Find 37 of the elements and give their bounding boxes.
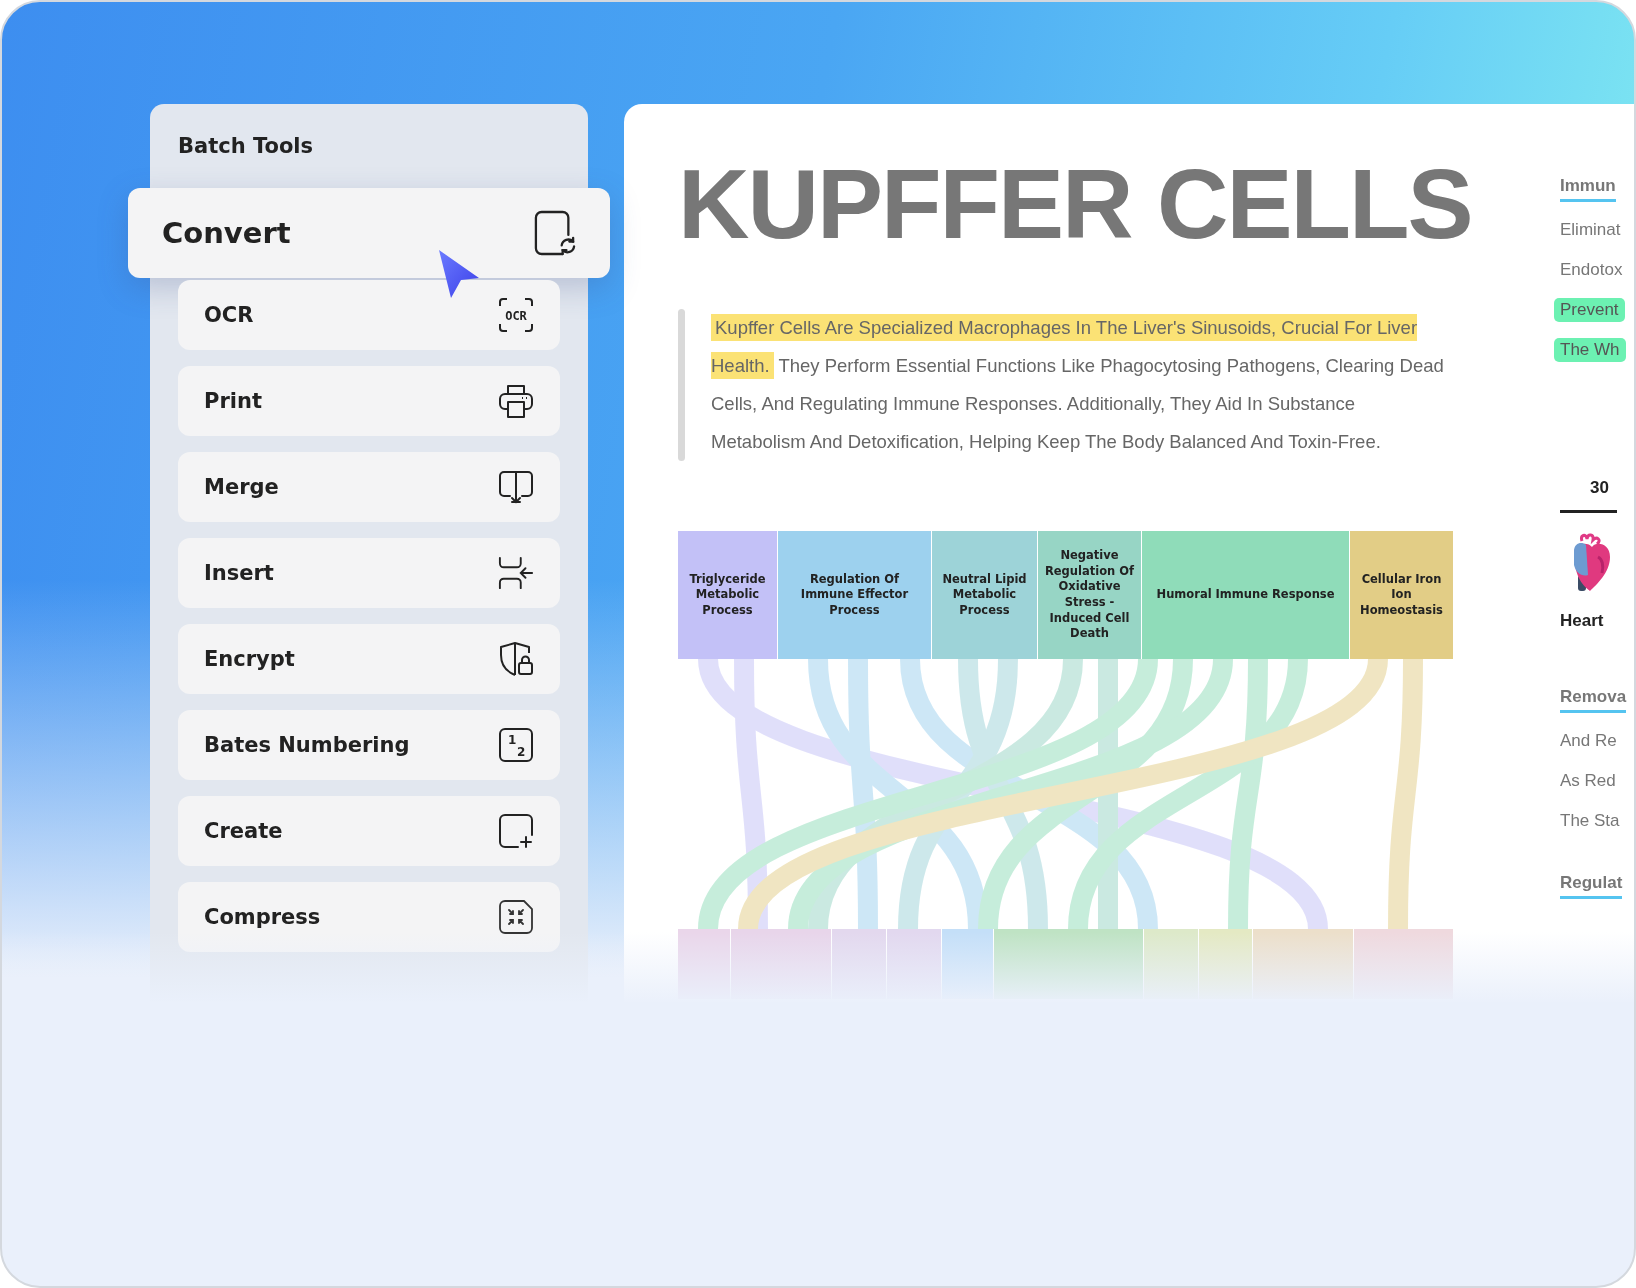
tool-item[interactable]: Create xyxy=(178,796,560,866)
tool-item[interactable]: Merge xyxy=(178,452,560,522)
document-title: KUPFFER CELLS xyxy=(678,154,1473,253)
shield-lock-icon xyxy=(498,641,534,677)
stat-value: 30 xyxy=(1560,478,1617,513)
text-line: Eliminat xyxy=(1559,219,1622,241)
section-heading: Regulat xyxy=(1560,873,1623,899)
organ-label: Heart xyxy=(1560,611,1604,631)
tool-item[interactable]: OCR OCR xyxy=(178,280,560,350)
printer-icon xyxy=(498,383,534,419)
section-heading: Immun xyxy=(1560,176,1616,202)
numbering-icon: 1 2 xyxy=(498,727,534,763)
text-line: And Re xyxy=(1559,730,1618,752)
tool-item[interactable]: Print xyxy=(178,366,560,436)
tool-item[interactable]: Insert xyxy=(178,538,560,608)
compress-icon xyxy=(498,899,534,935)
pointer-icon xyxy=(437,248,481,300)
merge-icon xyxy=(498,469,534,505)
category-block: Negative Regulation Of Oxidative Stress - Induced Cell Death xyxy=(1038,531,1142,659)
category-block: Regulation Of Immune Effector Process xyxy=(778,531,932,659)
category-block: Cellular Iron Ion Homeostasis xyxy=(1350,531,1454,659)
intro-paragraph: Kupffer Cells Are Specialized Macrophages In The Liver's Sinusoids, Crucial For Liver Health. They Perform Essential Functions Like Phagocytosing Pathogens, Clearing Dead Cells, And Regulating Immune Responses. Additionally, They Aid In Substance Metabolism And Detoxification, Helping Keep The Body Balanced And Toxin-Free. xyxy=(711,309,1451,461)
text-line: As Red xyxy=(1559,770,1617,792)
section-heading: Remova xyxy=(1560,687,1627,713)
tool-item[interactable]: Compress xyxy=(178,882,560,952)
category-block: Triglyceride Metabolic Process xyxy=(678,531,778,659)
tool-item[interactable]: Convert xyxy=(128,188,610,278)
text-line: The Sta xyxy=(1559,810,1621,832)
category-block: Humoral Immune Response xyxy=(1142,531,1350,659)
insert-icon xyxy=(498,555,534,591)
add-page-icon xyxy=(498,813,534,849)
category-block: Neutral Lipid Metabolic Process xyxy=(932,531,1038,659)
tool-item[interactable]: Encrypt xyxy=(178,624,560,694)
sidebar-title: Batch Tools xyxy=(178,133,314,160)
tool-item[interactable]: Bates Numbering 1 2 xyxy=(178,710,560,780)
convert-icon xyxy=(534,210,576,256)
text-line: Endotox xyxy=(1559,259,1624,281)
